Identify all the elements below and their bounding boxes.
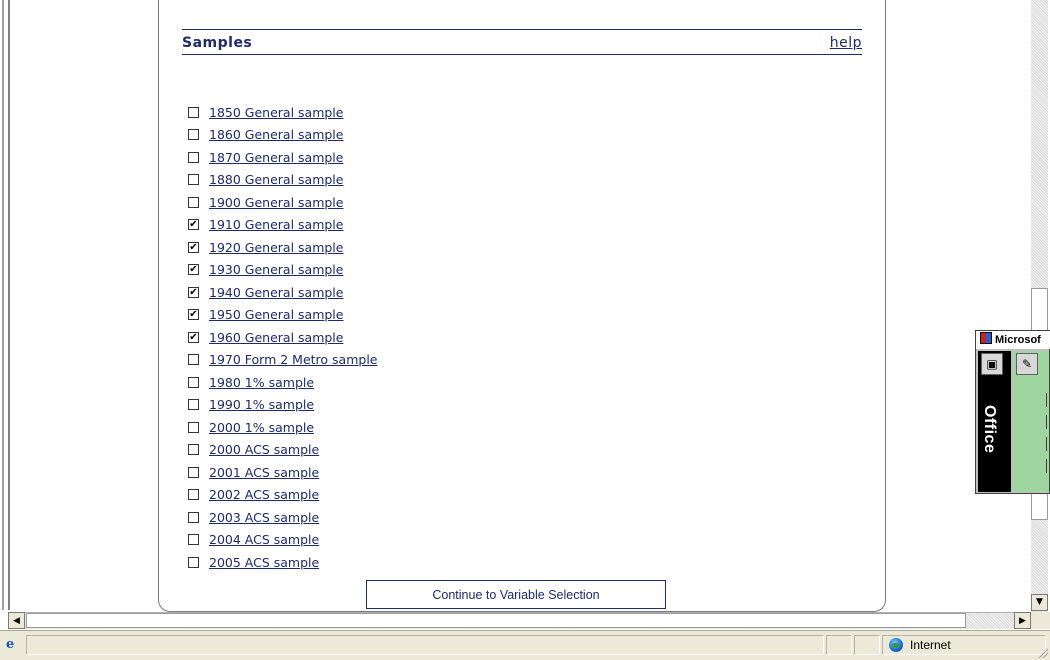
sample-link[interactable]: 1940 General sample <box>209 285 343 300</box>
sample-link[interactable]: 1900 General sample <box>209 195 343 210</box>
scrollbar-corner <box>1031 612 1050 629</box>
sample-link[interactable]: 2004 ACS sample <box>209 532 319 547</box>
horizontal-scrollbar-thumb[interactable] <box>26 613 966 628</box>
scroll-right-arrow-icon[interactable]: ▶ <box>1014 612 1031 629</box>
continue-to-variable-selection-button[interactable]: Continue to Variable Selection <box>366 580 666 609</box>
sample-link[interactable]: 2000 1% sample <box>209 420 314 435</box>
sample-list-item: 1970 Form 2 Metro sample <box>188 349 377 372</box>
panel-header: Samples help <box>182 29 862 55</box>
office-bar-titlebar[interactable]: Microsof <box>976 331 1050 349</box>
sample-checkbox[interactable]: ✔ <box>188 241 199 253</box>
help-link[interactable]: help <box>830 35 862 51</box>
office-button-edge[interactable] <box>1046 437 1050 451</box>
sample-link[interactable]: 2000 ACS sample <box>209 442 319 457</box>
sample-checkbox[interactable]: ✔ <box>188 309 199 321</box>
sample-link[interactable]: 1990 1% sample <box>209 397 314 412</box>
office-button-edge[interactable] <box>1046 459 1050 473</box>
office-logo-icon <box>980 332 992 344</box>
status-text-pane <box>26 635 824 655</box>
sample-link[interactable]: 1870 General sample <box>209 150 343 165</box>
ie-page-icon: e <box>6 637 15 652</box>
sample-link[interactable]: 1850 General sample <box>209 105 343 120</box>
sample-list-item: 1980 1% sample <box>188 371 377 394</box>
sample-list-item: 2004 ACS sample <box>188 529 377 552</box>
sample-checkbox[interactable] <box>188 151 199 163</box>
sample-list-item: ✔ 1930 General sample <box>188 259 377 282</box>
sample-link[interactable]: 1920 General sample <box>209 240 343 255</box>
sample-list-item: ✔ 1910 General sample <box>188 214 377 237</box>
left-window-frame <box>0 0 10 610</box>
office-bar-title: Microsof <box>995 334 1041 346</box>
sample-checkbox[interactable] <box>188 174 199 186</box>
sample-list: 1850 General sample 1860 General sample 18… <box>188 101 377 574</box>
sample-checkbox[interactable] <box>188 376 199 388</box>
sample-list-item: 2002 ACS sample <box>188 484 377 507</box>
sample-list-item: 2005 ACS sample <box>188 551 377 574</box>
sample-list-item: 1990 1% sample <box>188 394 377 417</box>
zone-label: Internet <box>910 638 951 652</box>
sample-link[interactable]: 1860 General sample <box>209 127 343 142</box>
office-button-edge[interactable] <box>1046 415 1050 429</box>
sample-checkbox[interactable] <box>188 354 199 366</box>
sample-checkbox[interactable] <box>188 466 199 478</box>
sample-checkbox[interactable] <box>188 196 199 208</box>
scroll-down-arrow-icon[interactable]: ▼ <box>1031 594 1048 611</box>
sample-link[interactable]: 2005 ACS sample <box>209 555 319 570</box>
sample-link[interactable]: 1950 General sample <box>209 307 343 322</box>
sample-list-item: 2001 ACS sample <box>188 461 377 484</box>
sample-list-item: ✔ 1940 General sample <box>188 281 377 304</box>
sample-link[interactable]: 2003 ACS sample <box>209 510 319 525</box>
sample-list-item: 2000 ACS sample <box>188 439 377 462</box>
sample-link[interactable]: 2002 ACS sample <box>209 487 319 502</box>
sample-list-item: 1880 General sample <box>188 169 377 192</box>
sample-list-item: 2000 1% sample <box>188 416 377 439</box>
sample-link[interactable]: 1930 General sample <box>209 262 343 277</box>
office-side-label: Office <box>981 405 998 454</box>
sample-list-item: ✔ 1960 General sample <box>188 326 377 349</box>
sample-checkbox[interactable]: ✔ <box>188 331 199 343</box>
sample-link[interactable]: 1960 General sample <box>209 330 343 345</box>
status-pane-progress <box>826 635 852 655</box>
sample-checkbox[interactable]: ✔ <box>188 286 199 298</box>
sample-list-item: 2003 ACS sample <box>188 506 377 529</box>
sample-checkbox[interactable] <box>188 399 199 411</box>
scroll-left-arrow-icon[interactable]: ◀ <box>8 612 25 629</box>
sample-link[interactable]: 1970 Form 2 Metro sample <box>209 352 377 367</box>
office-button-edge[interactable] <box>1046 393 1050 407</box>
panel-title: Samples <box>182 35 253 51</box>
sample-list-item: 1870 General sample <box>188 146 377 169</box>
resize-grip-icon[interactable] <box>1036 646 1048 658</box>
sample-checkbox[interactable] <box>188 129 199 141</box>
sample-checkbox[interactable] <box>188 511 199 523</box>
office-folder-icon[interactable]: ▣ <box>981 353 1003 375</box>
internet-globe-icon <box>889 638 903 652</box>
sample-checkbox[interactable]: ✔ <box>188 219 199 231</box>
status-pane-security <box>854 635 880 655</box>
sample-link[interactable]: 1980 1% sample <box>209 375 314 390</box>
status-pane-zone <box>882 635 1046 655</box>
sample-checkbox[interactable] <box>188 421 199 433</box>
sample-list-item: 1860 General sample <box>188 124 377 147</box>
sample-list-item: 1900 General sample <box>188 191 377 214</box>
sample-checkbox[interactable] <box>188 489 199 501</box>
office-shortcut-bar[interactable]: Microsof Office ▣ ✎ <box>975 330 1050 494</box>
sample-list-item: ✔ 1950 General sample <box>188 304 377 327</box>
sample-link[interactable]: 1910 General sample <box>209 217 343 232</box>
office-new-document-icon[interactable]: ✎ <box>1016 353 1038 375</box>
sample-checkbox[interactable] <box>188 534 199 546</box>
sample-checkbox[interactable]: ✔ <box>188 264 199 276</box>
sample-checkbox[interactable] <box>188 444 199 456</box>
sample-checkbox[interactable] <box>188 106 199 118</box>
sample-link[interactable]: 2001 ACS sample <box>209 465 319 480</box>
sample-checkbox[interactable] <box>188 556 199 568</box>
sample-link[interactable]: 1880 General sample <box>209 172 343 187</box>
sample-list-item: 1850 General sample <box>188 101 377 124</box>
sample-list-item: ✔ 1920 General sample <box>188 236 377 259</box>
